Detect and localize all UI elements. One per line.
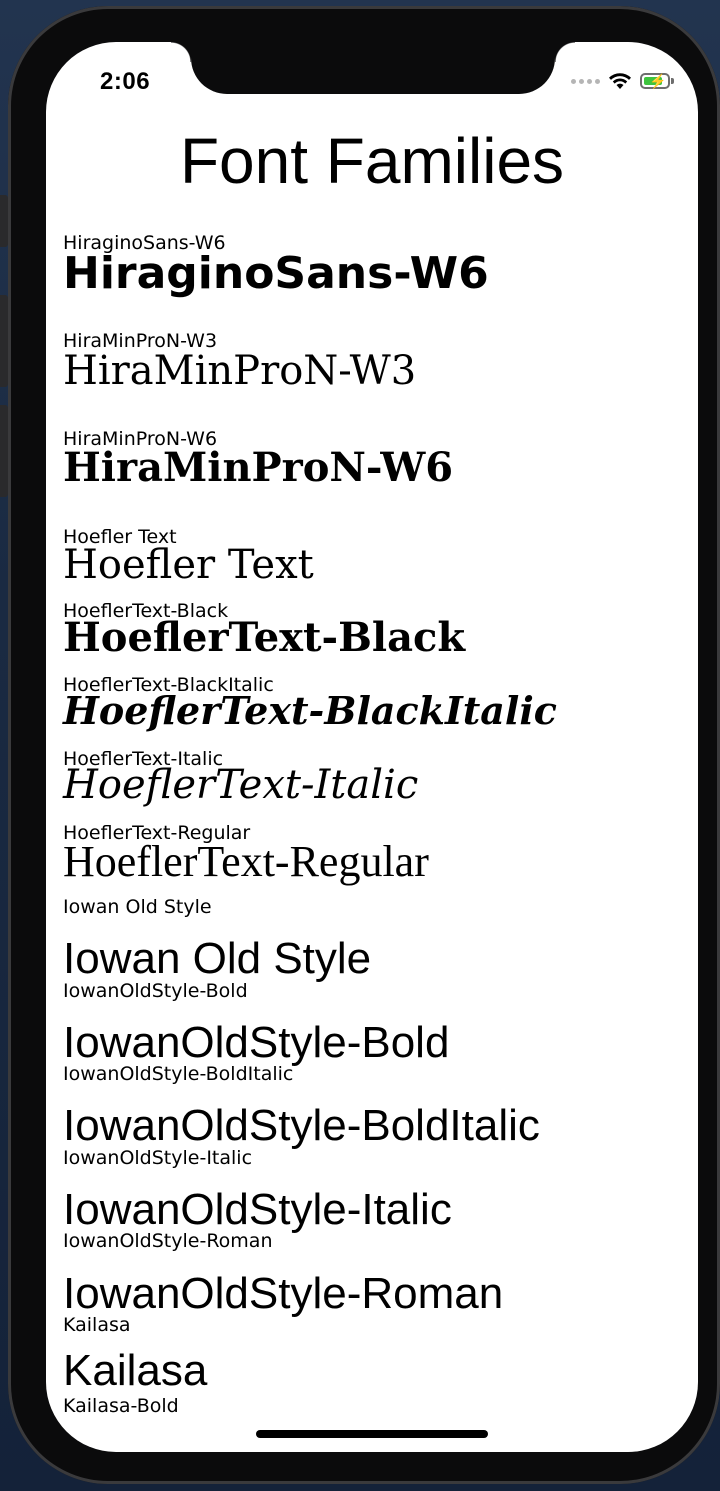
- app-screen: 2:06 ⚡ Font Families HiraginoSans-W6 Hir…: [46, 42, 698, 1452]
- phone-frame: 2:06 ⚡ Font Families HiraginoSans-W6 Hir…: [8, 6, 720, 1484]
- volume-up-button: [0, 295, 8, 387]
- font-label: IowanOldStyle-Bold: [63, 980, 248, 1002]
- font-label: Iowan Old Style: [63, 896, 212, 918]
- status-indicators: ⚡: [571, 70, 674, 92]
- font-label: IowanOldStyle-BoldItalic: [63, 1063, 294, 1085]
- wifi-icon: [609, 73, 631, 89]
- font-label: IowanOldStyle-Roman: [63, 1230, 273, 1252]
- font-sample: HoeflerText-Italic: [63, 762, 419, 808]
- font-sample: IowanOldStyle-Roman: [63, 1269, 504, 1318]
- font-sample: IowanOldStyle-BoldItalic: [63, 1101, 540, 1150]
- font-sample: HiraMinProN-W3: [63, 348, 417, 394]
- font-label: Kailasa: [63, 1314, 131, 1336]
- cellular-signal-icon: [571, 78, 600, 84]
- status-time: 2:06: [100, 68, 151, 95]
- font-sample: Kailasa: [63, 1346, 208, 1395]
- font-sample: HoeflerText-Black: [63, 614, 466, 661]
- mute-switch: [0, 195, 8, 247]
- home-indicator[interactable]: [256, 1430, 488, 1438]
- page-title: Font Families: [179, 125, 565, 197]
- notch: [171, 42, 575, 94]
- font-sample: HiraMinProN-W6: [63, 444, 454, 491]
- font-sample: IowanOldStyle-Bold: [63, 1018, 450, 1067]
- font-sample: HiraginoSans-W6: [63, 248, 489, 299]
- font-sample: HoeflerText-BlackItalic: [63, 688, 557, 733]
- volume-down-button: [0, 405, 8, 497]
- font-sample: Iowan Old Style: [63, 934, 372, 983]
- font-sample: HoeflerText-Regular: [63, 837, 429, 886]
- font-label: IowanOldStyle-Italic: [63, 1147, 253, 1169]
- font-label: Kailasa-Bold: [63, 1395, 179, 1417]
- battery-charging-icon: ⚡: [640, 73, 674, 89]
- font-sample: IowanOldStyle-Italic: [63, 1185, 452, 1234]
- font-sample: Hoefler Text: [63, 542, 314, 588]
